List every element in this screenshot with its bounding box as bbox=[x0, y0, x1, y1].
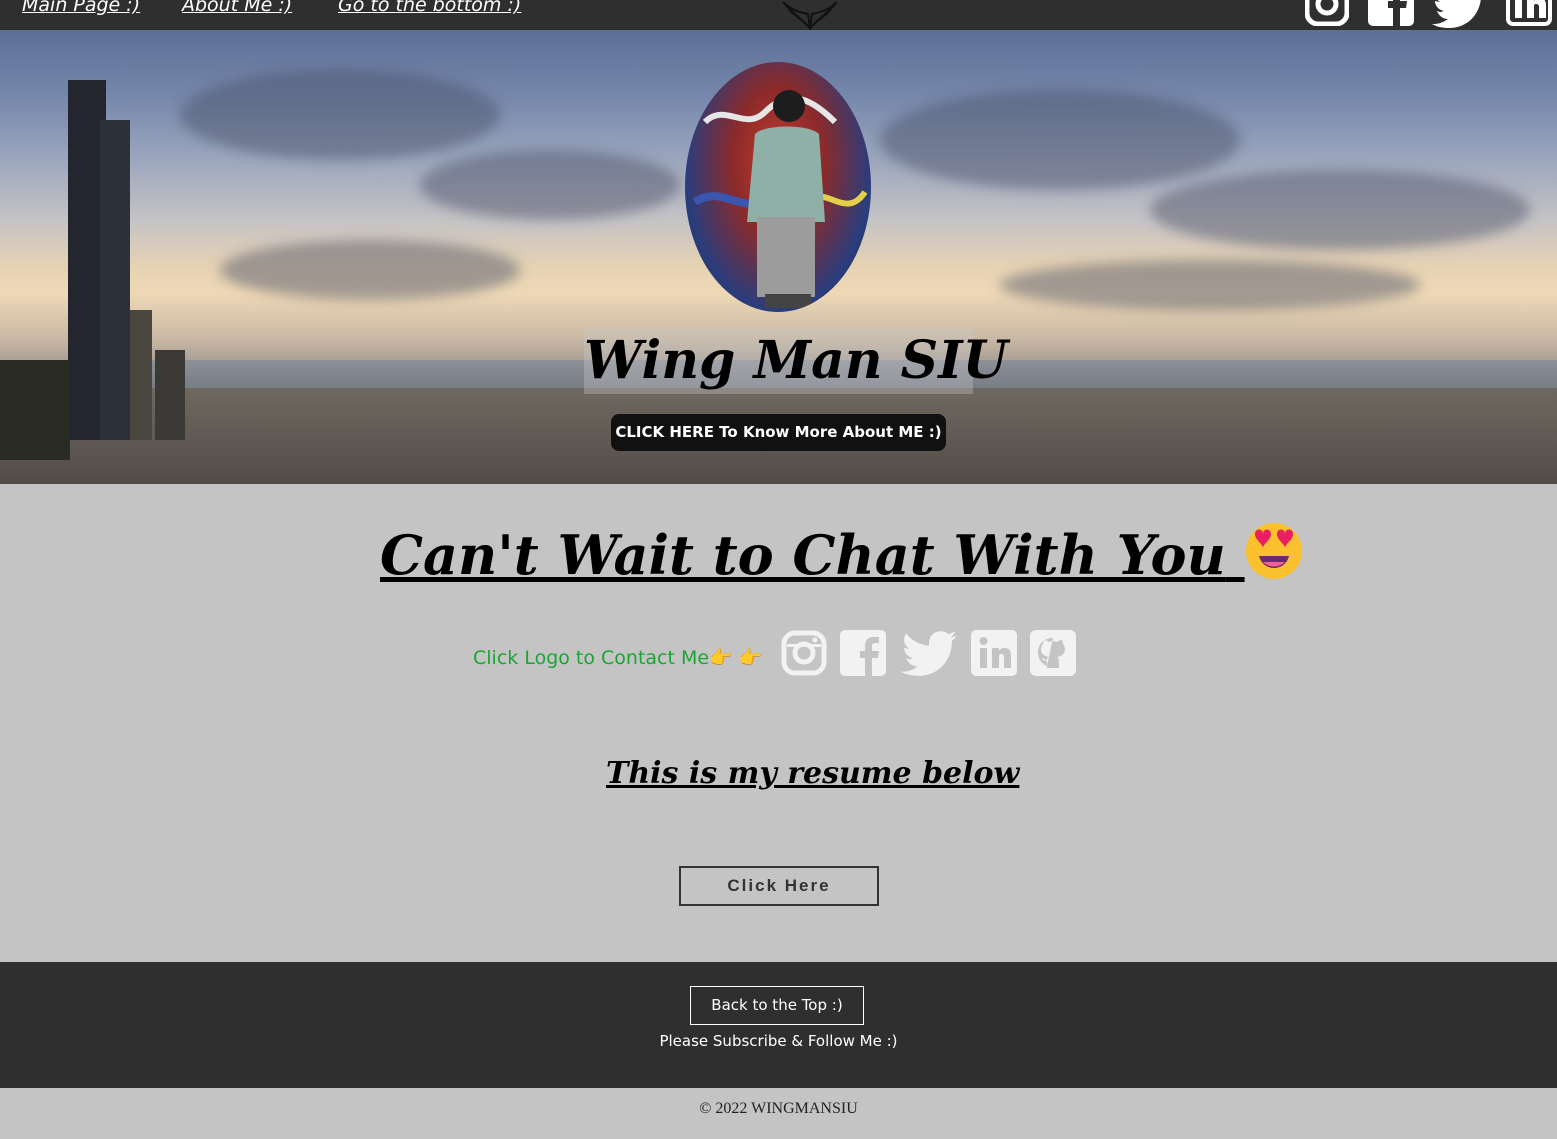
subscribe-text: Please Subscribe & Follow Me :) bbox=[659, 1032, 898, 1050]
nav-link-main-page[interactable]: Main Page :) bbox=[22, 0, 140, 16]
profile-photo bbox=[685, 62, 871, 312]
know-more-button[interactable]: CLICK HERE To Know More About ME :) bbox=[611, 414, 946, 451]
twitter-icon[interactable] bbox=[901, 630, 957, 676]
contact-label: Click Logo to Contact Me bbox=[473, 647, 710, 669]
wings-logo-icon[interactable] bbox=[783, 0, 837, 30]
linkedin-icon[interactable] bbox=[1506, 0, 1552, 30]
hero-banner: Wing Man SIU CLICK HERE To Know More Abo… bbox=[0, 30, 1557, 484]
resume-title: This is my resume below bbox=[606, 756, 1020, 791]
footer: Back to the Top :) Please Subscribe & Fo… bbox=[0, 962, 1557, 1088]
contact-text: Click Logo to Contact Me👉 👉 bbox=[473, 644, 762, 672]
top-nav: Main Page :) About Me :) Go to the botto… bbox=[0, 0, 1557, 30]
facebook-icon[interactable] bbox=[1368, 0, 1414, 30]
nav-link-about-me[interactable]: About Me :) bbox=[182, 0, 292, 16]
nav-link-go-to-bottom[interactable]: Go to the bottom :) bbox=[338, 0, 521, 16]
instagram-icon[interactable] bbox=[781, 630, 827, 676]
facebook-icon[interactable] bbox=[840, 630, 886, 676]
chat-title-text: Can't Wait to Chat With You bbox=[380, 523, 1226, 587]
pointing-hand-icon: 👉 👉 bbox=[709, 647, 763, 669]
resume-click-here-button[interactable]: Click Here bbox=[679, 866, 879, 906]
chat-title: Can't Wait to Chat With You bbox=[380, 518, 1302, 593]
linkedin-icon[interactable] bbox=[971, 630, 1017, 676]
back-to-top-button[interactable]: Back to the Top :) bbox=[690, 986, 864, 1025]
copyright-text: © 2022 WINGMANSIU bbox=[699, 1100, 858, 1117]
twitter-icon[interactable] bbox=[1432, 0, 1486, 30]
hero-name: Wing Man SIU bbox=[584, 330, 1008, 391]
github-icon[interactable] bbox=[1030, 630, 1076, 676]
instagram-icon[interactable] bbox=[1305, 0, 1349, 30]
smiling-face-with-heart-eyes-icon bbox=[1245, 522, 1303, 580]
